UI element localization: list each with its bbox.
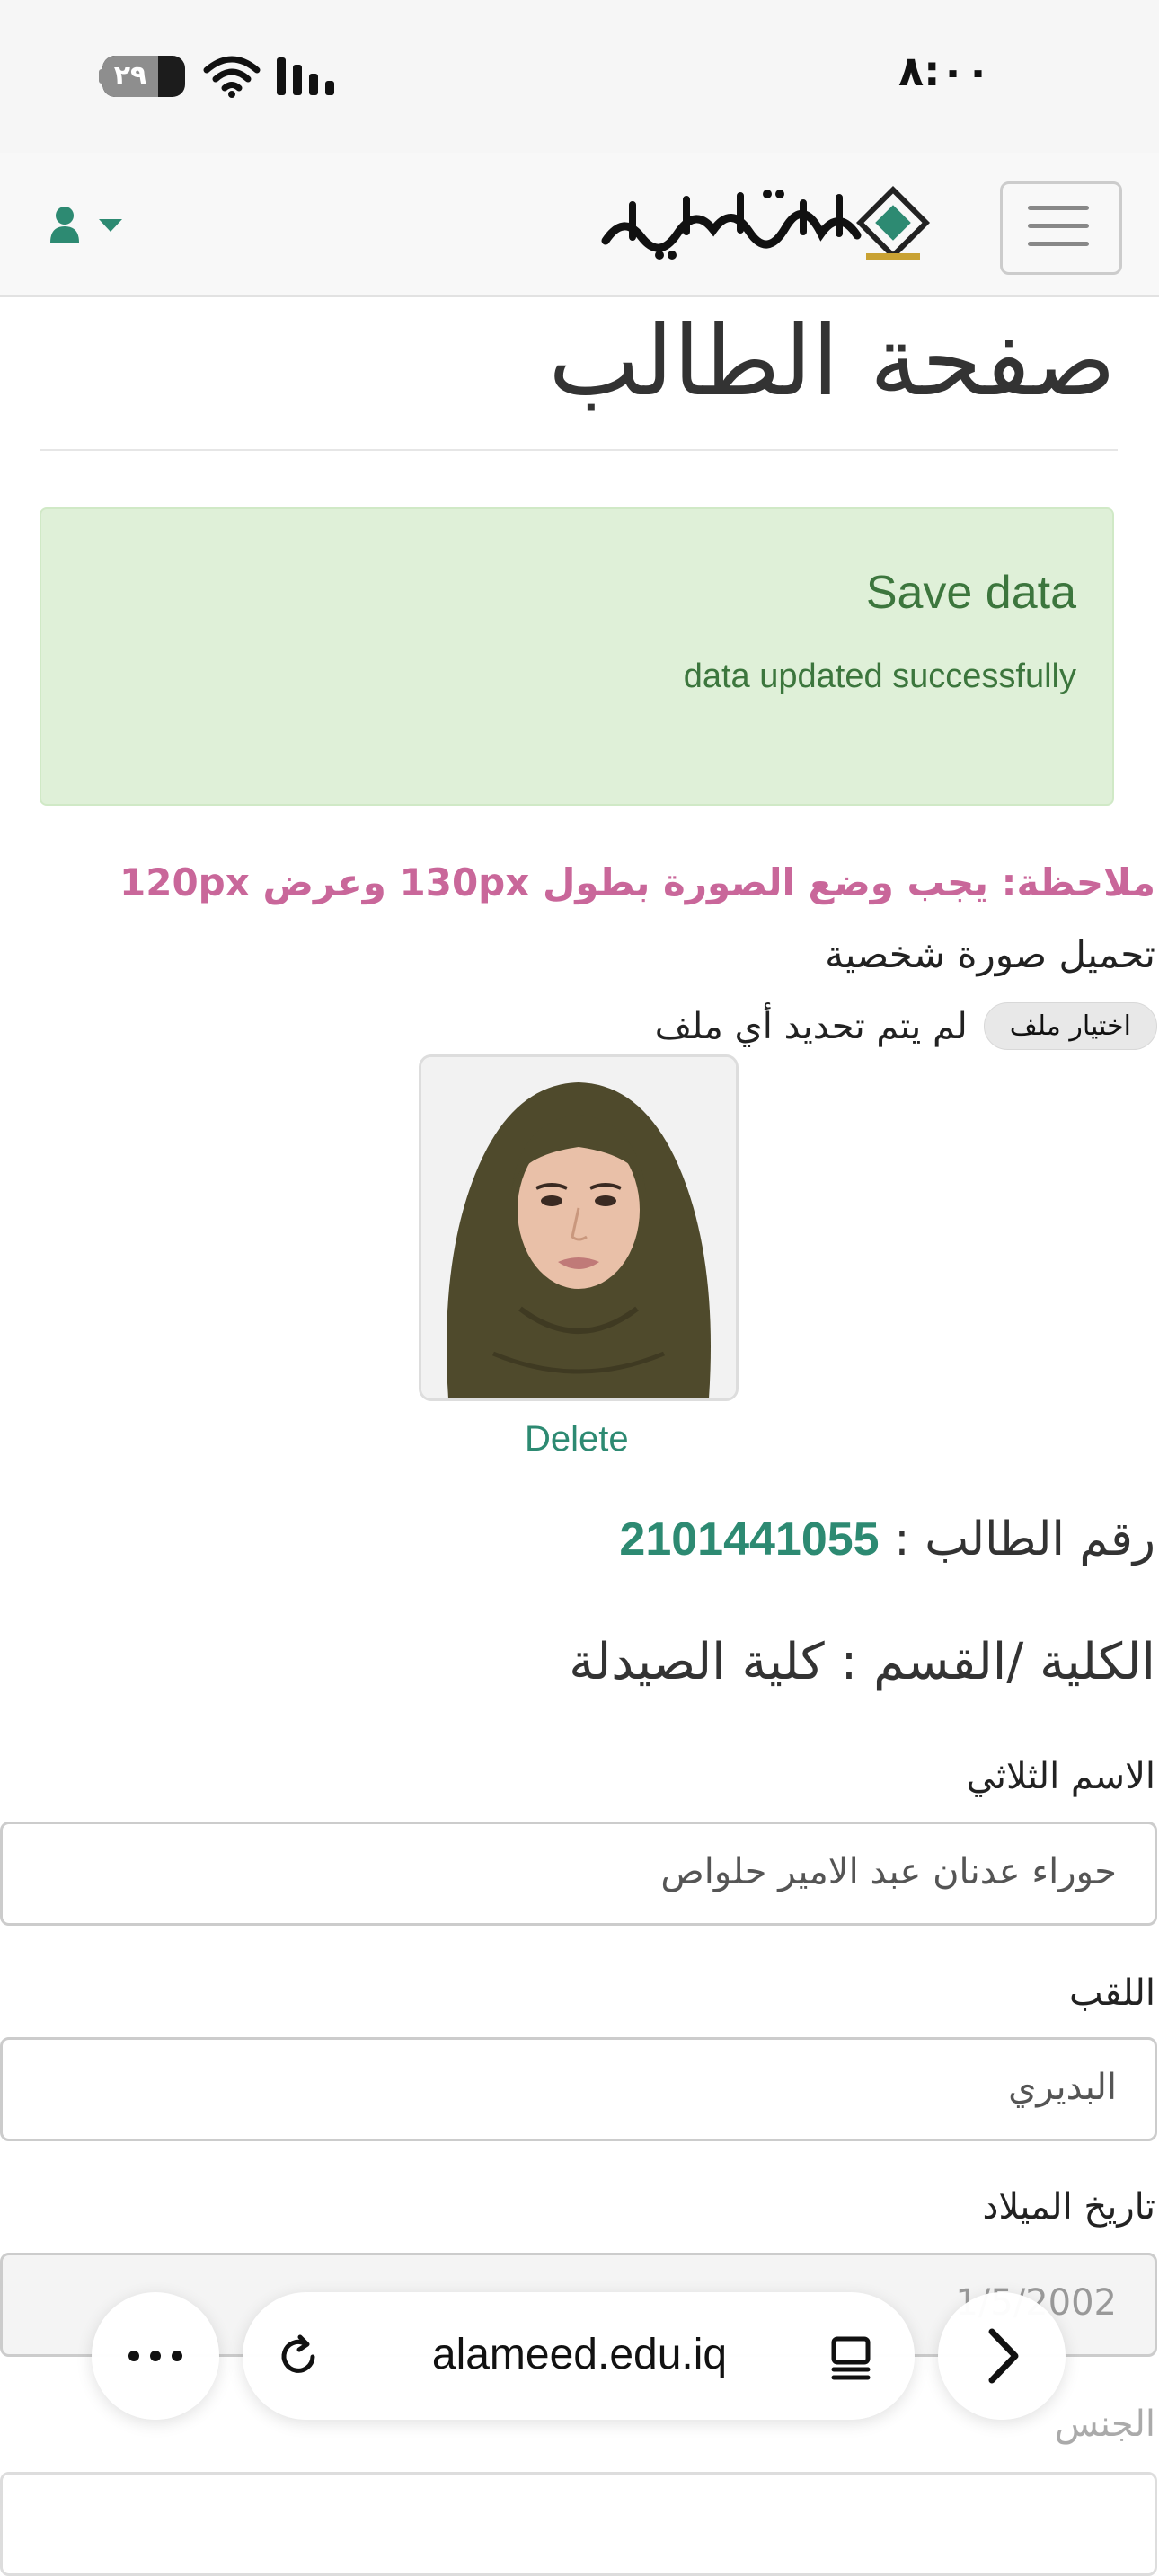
student-id-label: رقم الطالب : <box>894 1513 1155 1566</box>
student-id-row: رقم الطالب : 2101441055 <box>619 1513 1155 1566</box>
birthdate-label: تاريخ الميلاد <box>982 2186 1155 2228</box>
surname-field[interactable]: البديري <box>0 2037 1157 2141</box>
success-alert <box>40 507 1114 806</box>
alert-message: data updated successfully <box>683 657 1076 695</box>
navbar <box>0 153 1159 297</box>
fullname-field[interactable]: حوراء عدنان عبد الامير حلواص <box>0 1822 1157 1926</box>
student-id-value: 2101441055 <box>619 1513 880 1566</box>
clock: ٨:٠٠ <box>898 47 991 95</box>
file-status: لم يتم تحديد أي ملف <box>654 1005 968 1047</box>
alert-title: Save data <box>865 567 1076 619</box>
photo-size-note: ملاحظة: يجب وضع الصورة بطول 130px وعرض 1… <box>119 860 1155 904</box>
college-value: كلية الصيدلة <box>569 1633 825 1691</box>
more-icon <box>128 2351 182 2361</box>
fullname-value: حوراء عدنان عبد الامير حلواص <box>660 1851 1117 1892</box>
college-label: الكلية /القسم : <box>840 1633 1155 1691</box>
signal-icon <box>277 57 334 95</box>
title-divider <box>40 449 1118 451</box>
student-photo <box>419 1054 739 1401</box>
url-text[interactable]: alameed.edu.iq <box>395 2330 764 2379</box>
reader-icon[interactable] <box>827 2333 875 2382</box>
college-row: الكلية /القسم : كلية الصيدلة <box>569 1633 1155 1691</box>
more-button[interactable] <box>92 2292 219 2420</box>
caret-down-icon <box>99 219 122 232</box>
battery-level: ٢٩ <box>102 56 158 97</box>
gender-label: الجنس <box>1054 2404 1155 2445</box>
wifi-icon <box>203 56 261 98</box>
upload-photo-label: تحميل صورة شخصية <box>825 932 1155 976</box>
user-icon <box>50 207 79 243</box>
chevron-right-icon <box>988 2328 1019 2384</box>
forward-button[interactable] <box>938 2292 1066 2420</box>
fullname-label: الاسم الثلاثي <box>966 1756 1156 1797</box>
file-input[interactable]: اختيار ملف لم يتم تحديد أي ملف <box>655 1002 1157 1050</box>
surname-label: اللقب <box>1068 1972 1155 2014</box>
user-menu[interactable] <box>47 205 124 248</box>
hamburger-button[interactable] <box>1000 181 1122 275</box>
university-logo[interactable] <box>597 178 934 271</box>
choose-file-button[interactable]: اختيار ملف <box>983 1002 1157 1050</box>
delete-photo-link[interactable]: Delete <box>525 1419 629 1460</box>
battery-icon: ٢٩ <box>102 56 185 97</box>
page-title: صفحة الطالب <box>548 305 1116 418</box>
gender-field[interactable] <box>0 2472 1157 2576</box>
surname-value: البديري <box>1008 2067 1117 2108</box>
reload-icon[interactable] <box>275 2333 322 2380</box>
